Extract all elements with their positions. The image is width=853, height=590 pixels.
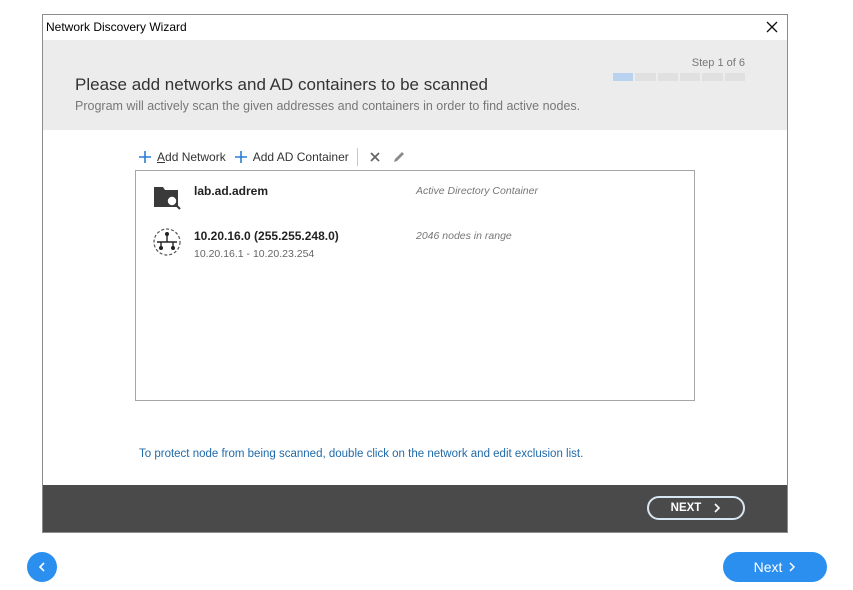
- page: Network Discovery Wizard Step 1 of 6 Ple…: [0, 0, 853, 590]
- next-button-label: NEXT: [670, 502, 702, 514]
- exclusion-hint: To protect node from being scanned, doub…: [139, 448, 584, 460]
- progress-segment: [635, 73, 656, 81]
- plus-icon: [234, 151, 247, 163]
- back-button[interactable]: [27, 552, 57, 582]
- network-icon: [153, 228, 181, 256]
- chevron-left-icon: [38, 562, 45, 572]
- page-title: Please add networks and AD containers to…: [75, 75, 488, 94]
- progress-segment: [724, 73, 745, 81]
- delete-icon[interactable]: [368, 150, 382, 164]
- ad-container-icon: [154, 187, 181, 210]
- window-title: Network Discovery Wizard: [46, 20, 187, 34]
- list-item[interactable]: lab.ad.adrem Active Directory Container: [136, 177, 694, 219]
- item-description: Active Directory Container: [416, 185, 538, 197]
- step-label: Step 1 of 6: [691, 57, 745, 69]
- chevron-right-icon: [714, 503, 721, 513]
- progress-segment: [657, 73, 678, 81]
- plus-icon: [139, 151, 151, 163]
- item-name: lab.ad.adrem: [194, 184, 269, 198]
- title-bar: Network Discovery Wizard: [43, 15, 787, 40]
- item-address-range: 10.20.16.1 - 10.20.23.254: [194, 248, 315, 260]
- add-network-label: Add Network: [157, 150, 226, 164]
- wizard-header: Step 1 of 6 Please add networks and AD c…: [43, 40, 787, 130]
- add-ad-container-button[interactable]: Add AD Container: [234, 150, 349, 164]
- progress-segment: [702, 73, 723, 81]
- list-toolbar: Add Network Add AD Container: [138, 146, 412, 168]
- chevron-right-icon: [789, 562, 796, 572]
- page-subtitle: Program will actively scan the given add…: [75, 99, 581, 113]
- wizard-footer: NEXT: [43, 485, 787, 532]
- targets-list[interactable]: lab.ad.adrem Active Directory Container …: [135, 170, 695, 401]
- nav-next-label: Next: [753, 559, 783, 575]
- progress-segment: [679, 73, 701, 81]
- list-item[interactable]: 10.20.16.0 (255.255.248.0) 10.20.16.1 - …: [136, 223, 694, 265]
- wizard-window: Network Discovery Wizard Step 1 of 6 Ple…: [42, 14, 788, 533]
- item-description: 2046 nodes in range: [416, 230, 512, 242]
- item-name: 10.20.16.0 (255.255.248.0): [194, 229, 339, 243]
- toolbar-divider: [356, 148, 358, 166]
- step-progress: [613, 73, 745, 81]
- add-network-button[interactable]: Add Network: [138, 150, 226, 164]
- add-ad-container-label: Add AD Container: [252, 150, 349, 164]
- progress-segment: [613, 73, 634, 81]
- next-button[interactable]: NEXT: [647, 496, 745, 520]
- nav-next-button[interactable]: Next: [723, 552, 827, 582]
- close-icon[interactable]: [763, 18, 781, 36]
- pencil-icon[interactable]: [392, 150, 406, 164]
